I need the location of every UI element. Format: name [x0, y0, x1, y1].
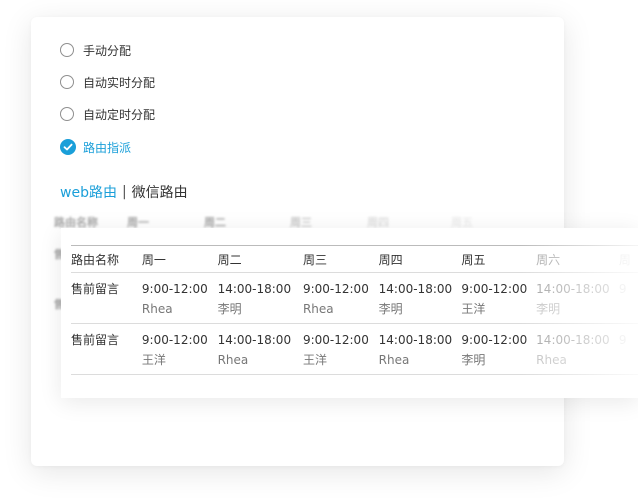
schedule-cell: 9:00-12:00 Rhea: [141, 272, 218, 324]
col-header: 周三: [302, 245, 379, 273]
radio-manual-assign[interactable]: 手动分配: [60, 40, 131, 60]
schedule-cell: 9:00-12:00 Rhea: [302, 272, 379, 324]
radio-label: 路由指派: [83, 140, 132, 155]
schedule-cell: 14:00-18:00 Rhea: [536, 323, 619, 375]
col-header: 周二: [217, 245, 303, 273]
table-row[interactable]: 售前留言 9:00-12:00 Rhea 14:00-18:00 李明 9:00-1…: [71, 272, 638, 324]
radio-route-assign[interactable]: 路由指派: [60, 137, 131, 157]
route-name-cell: 售前留言: [71, 323, 142, 375]
col-header: 周五: [461, 245, 537, 273]
tab-separator: |: [121, 184, 127, 200]
radio-auto-scheduled-assign[interactable]: 自动定时分配: [60, 104, 155, 124]
col-header: 周六: [536, 245, 619, 273]
tab-web-route[interactable]: web路由: [60, 182, 117, 202]
radio-unchecked-icon[interactable]: [60, 75, 74, 89]
schedule-cell: 14:00-18:00 李明: [536, 272, 619, 324]
schedule-cell: 9:00-12:00 李明: [461, 323, 537, 375]
schedule-cell: 9: [618, 323, 638, 375]
radio-unchecked-icon[interactable]: [60, 43, 74, 57]
check-circle-icon[interactable]: [60, 139, 76, 155]
radio-auto-realtime-assign[interactable]: 自动实时分配: [60, 72, 155, 92]
radio-label: 自动定时分配: [83, 107, 156, 122]
col-header: 周: [618, 245, 638, 273]
schedule-cell: 9: [618, 272, 638, 324]
schedule-cell: 14:00-18:00 李明: [378, 272, 462, 324]
route-tabs: web路由 | 微信路由: [60, 182, 188, 202]
radio-label: 手动分配: [83, 43, 132, 58]
schedule-cell: 9:00-12:00 王洋: [141, 323, 218, 375]
table-header-row: 路由名称 周一 周二 周三 周四 周五 周六 周: [71, 245, 638, 273]
tab-wechat-route[interactable]: 微信路由: [132, 182, 188, 202]
schedule-cell: 9:00-12:00 王洋: [461, 272, 537, 324]
col-header: 周四: [378, 245, 462, 273]
route-name-cell: 售前留言: [71, 272, 142, 324]
radio-label: 自动实时分配: [83, 75, 156, 90]
col-header: 周一: [141, 245, 218, 273]
radio-unchecked-icon[interactable]: [60, 107, 74, 121]
schedule-cell: 14:00-18:00 Rhea: [217, 323, 303, 375]
route-schedule-table: 路由名称 周一 周二 周三 周四 周五 周六 周 售前留言 9:00-12:00…: [71, 245, 638, 375]
table-row[interactable]: 售前留言 9:00-12:00 王洋 14:00-18:00 Rhea 9:00-1…: [71, 323, 638, 375]
col-header: 路由名称: [71, 245, 142, 273]
schedule-cell: 14:00-18:00 Rhea: [378, 323, 462, 375]
schedule-cell: 14:00-18:00 李明: [217, 272, 303, 324]
schedule-cell: 9:00-12:00 王洋: [302, 323, 379, 375]
